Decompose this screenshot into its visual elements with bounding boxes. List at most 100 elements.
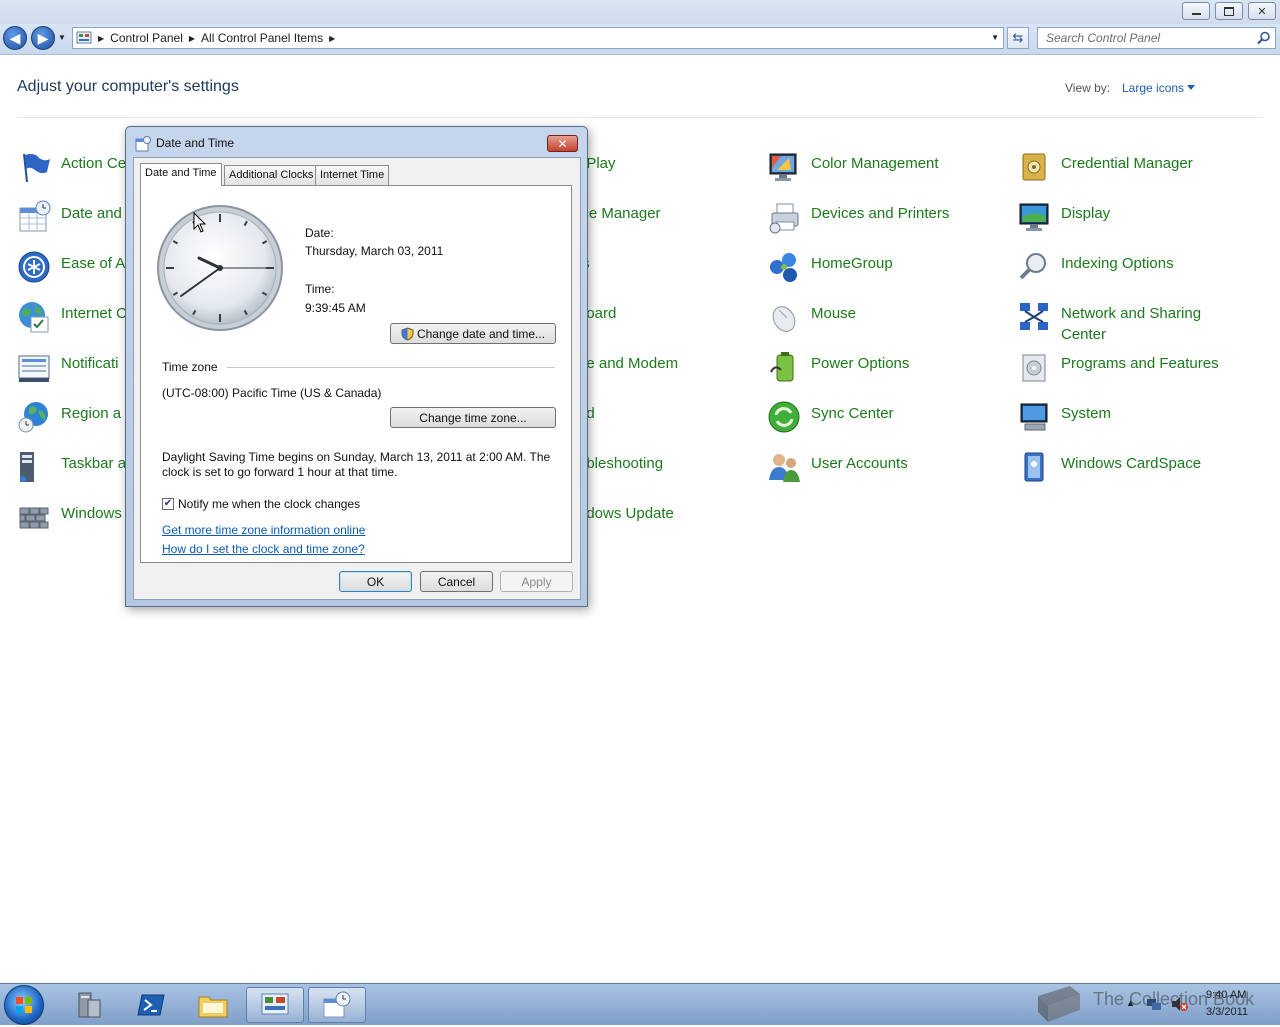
chevron-down-icon[interactable] [1187,85,1195,90]
item-system[interactable]: System [1017,400,1111,446]
navigation-bar: ◀ ▶ ▼ ▶ Control Panel ▶ All Control Pane… [0,24,1280,55]
time-zone-info-link[interactable]: Get more time zone information online [162,523,365,537]
item-label: Action Ce [61,155,127,172]
taskbar: The Collection Book ▲ [0,983,1280,1025]
item-label: Ease of A [61,255,126,272]
item-label: User Accounts [811,455,908,472]
calendar-clock-icon [323,991,351,1018]
notify-checkbox-label[interactable]: Notify me when the clock changes [178,497,360,511]
minimize-button[interactable] [1182,2,1210,20]
sync-icon [768,401,800,433]
item-internet-options[interactable]: Internet C [17,300,127,346]
address-bar[interactable]: ▶ Control Panel ▶ All Control Panel Item… [72,27,1004,49]
notification-area-icon [18,355,50,382]
change-date-time-button[interactable]: Change date and time... [390,323,556,344]
item-device-manager[interactable]: ice Manager [578,200,661,246]
monitor-icon [1019,203,1049,231]
firewall-icon [19,507,49,529]
item-label: Windows [61,505,122,522]
view-by-dropdown[interactable]: Large icons [1122,81,1184,95]
powershell-icon [137,994,165,1016]
tab-internet-time[interactable]: Internet Time [315,165,390,185]
item-power-options[interactable]: Power Options [767,350,909,396]
dialog-body: Date and Time Additional Clocks Internet… [133,157,581,600]
restore-button[interactable] [1215,2,1243,20]
search-placeholder: Search Control Panel [1046,31,1161,45]
item-label: ice Manager [578,205,661,222]
show-hidden-icons-button[interactable]: ▲ [1126,998,1135,1008]
close-window-button[interactable]: ✕ [1248,2,1276,20]
item-windows-firewall[interactable]: Windows [17,500,122,546]
time-zone-value: (UTC-08:00) Pacific Time (US & Canada) [162,386,382,400]
item-display[interactable]: Display [1017,200,1110,246]
flag-icon [23,153,50,183]
breadcrumb-separator-icon[interactable]: ▶ [189,34,195,43]
item-action-center[interactable]: Action Ce [17,150,126,196]
tab-date-and-time[interactable]: Date and Time [140,163,222,186]
header-divider [17,117,1263,118]
item-credential-manager[interactable]: Credential Manager [1017,150,1193,196]
item-taskbar-and-start-menu[interactable]: Taskbar a [17,450,126,496]
taskbar-clock-date[interactable]: 3/3/2011 [1206,1006,1248,1018]
taskbar-server-manager[interactable] [60,987,118,1023]
item-label: Internet C [61,305,127,322]
item-label: Display [1061,205,1111,222]
control-panel-icon [76,31,92,44]
taskbar-explorer[interactable] [184,987,242,1023]
item-label: Mouse [811,305,857,322]
recent-pages-dropdown[interactable]: ▼ [58,33,66,42]
item-windows-cardspace[interactable]: Windows CardSpace [1017,450,1201,496]
search-input[interactable]: Search Control Panel [1037,27,1276,49]
page-title: Adjust your computer's settings [17,78,239,95]
item-indexing-options[interactable]: Indexing Options [1017,250,1174,296]
item-region-and-language[interactable]: Region a [17,400,121,446]
minimize-icon [1191,13,1201,15]
magnifier-icon [1019,253,1046,280]
search-icon[interactable] [1257,31,1271,45]
tab-additional-clocks[interactable]: Additional Clocks [224,165,319,185]
volume-muted-icon[interactable] [1170,996,1188,1012]
item-sync-center[interactable]: Sync Center [767,400,894,446]
taskbar-powershell[interactable] [122,987,180,1023]
change-time-zone-button[interactable]: Change time zone... [390,407,556,428]
item-user-accounts[interactable]: User Accounts [767,450,908,496]
breadcrumb-separator-icon[interactable]: ▶ [329,34,335,43]
item-troubleshooting[interactable]: ubleshooting [578,450,663,496]
item-mouse[interactable]: Mouse [767,300,856,346]
item-date-and-time[interactable]: Date and [17,200,122,246]
breadcrumb-separator-icon[interactable]: ▶ [98,34,104,43]
item-phone-and-modem[interactable]: ne and Modem [578,350,678,396]
item-label: Windows CardSpace [1061,455,1202,472]
item-windows-update[interactable]: ndows Update [578,500,674,546]
item-notification-area-icons[interactable]: Notificati [17,350,119,396]
start-button[interactable] [4,985,44,1025]
item-ease-of-access[interactable]: Ease of A [17,250,125,296]
item-devices-and-printers[interactable]: Devices and Printers [767,200,949,246]
item-network-and-sharing-center[interactable]: Network and Sharing Center [1017,300,1231,346]
ok-button[interactable]: OK [339,571,412,592]
taskbar-control-panel[interactable] [246,987,304,1023]
back-button[interactable]: ◀ [3,26,27,50]
item-color-management[interactable]: Color Management [767,150,939,196]
breadcrumb-all-items[interactable]: All Control Panel Items [201,31,323,45]
watermark-book-icon [1038,986,1080,1022]
item-homegroup[interactable]: HomeGroup [767,250,893,296]
taskbar-clock-time[interactable]: 9:40 AM [1206,989,1246,1001]
item-programs-and-features[interactable]: Programs and Features [1017,350,1219,396]
notify-checkbox[interactable]: ✔ [162,498,174,510]
taskbar-date-and-time[interactable] [308,987,366,1023]
network-tray-icon[interactable] [1146,996,1162,1012]
refresh-button[interactable]: ⇆ [1007,27,1029,49]
apply-button[interactable]: Apply [500,571,573,592]
date-label: Date: [305,226,334,240]
restore-icon [1224,6,1234,16]
dst-info-line-1: Daylight Saving Time begins on Sunday, M… [162,450,551,464]
dialog-close-button[interactable]: ✕ [547,135,578,152]
programs-icon [1022,354,1046,382]
breadcrumb-control-panel[interactable]: Control Panel [110,31,183,45]
address-history-dropdown[interactable]: ▼ [991,33,999,42]
item-label: Color Management [811,155,939,172]
forward-button[interactable]: ▶ [31,26,55,50]
cancel-button[interactable]: Cancel [420,571,493,592]
how-to-set-clock-link[interactable]: How do I set the clock and time zone? [162,542,365,556]
